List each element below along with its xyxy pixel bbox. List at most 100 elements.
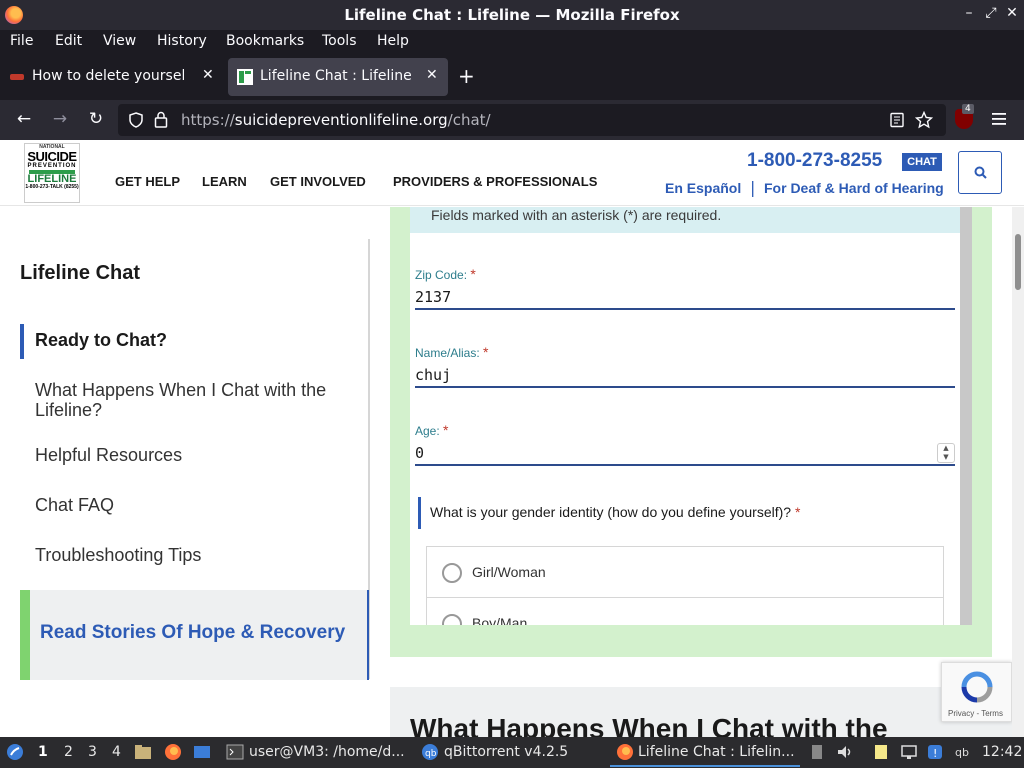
workspace-1[interactable]: 1 [38, 744, 48, 760]
logo-line-5: 1-800-273-TALK (8255) [25, 184, 79, 190]
tab-close-icon[interactable]: ✕ [202, 67, 214, 83]
sidebar-item-ready-to-chat[interactable]: Ready to Chat? [35, 330, 355, 350]
firefox-launcher-icon[interactable] [164, 743, 182, 761]
update-notifier-icon[interactable]: ! [926, 743, 944, 761]
age-stepper[interactable]: ▲ ▼ [937, 443, 955, 463]
reader-view-icon[interactable] [889, 112, 905, 128]
firefox-task-icon[interactable] [616, 743, 634, 761]
nav-get-involved[interactable]: GET INVOLVED [270, 174, 366, 189]
new-tab-button[interactable]: + [458, 64, 475, 88]
page-scrollbar[interactable] [1012, 207, 1024, 737]
gender-option-boy-man[interactable]: Boy/Man [426, 597, 944, 625]
tab-strip: How to delete yourself fr ✕ Lifeline Cha… [0, 54, 1024, 100]
sidebar-item-helpful-resources[interactable]: Helpful Resources [35, 445, 355, 465]
section-heading: What Happens When I Chat with the [410, 713, 888, 737]
bookmark-star-icon[interactable] [915, 111, 933, 129]
zip-label: Zip Code: * [415, 266, 476, 282]
menu-tools[interactable]: Tools [322, 33, 357, 49]
menu-bookmarks[interactable]: Bookmarks [226, 33, 304, 49]
chat-pill-button[interactable]: CHAT [902, 153, 942, 171]
workspace-4[interactable]: 4 [112, 744, 121, 760]
name-alias-input[interactable] [415, 362, 955, 388]
clock[interactable]: 12:42 [982, 744, 1022, 760]
espanol-link[interactable]: En Español [665, 180, 741, 196]
svg-text:qb: qb [425, 749, 437, 759]
site-search-button[interactable] [958, 151, 1002, 194]
header-separator: | [750, 178, 756, 197]
gender-option-girl-woman[interactable]: Girl/Woman [426, 546, 944, 598]
recaptcha-badge[interactable]: Privacy - Terms [941, 662, 1012, 722]
gender-question: What is your gender identity (how do you… [418, 497, 800, 529]
search-icon [974, 166, 987, 179]
menu-file[interactable]: File [10, 33, 33, 49]
url-text[interactable]: https://suicidepreventionlifeline.org/ch… [181, 111, 491, 129]
required-notice-text: Fields marked with an asterisk (*) are r… [431, 207, 722, 223]
chat-form: Fields marked with an asterisk (*) are r… [410, 207, 960, 625]
notes-icon[interactable] [872, 743, 890, 761]
forward-button[interactable]: → [49, 109, 71, 129]
form-scrollbar[interactable] [960, 207, 972, 625]
desktop-icon[interactable] [193, 743, 211, 761]
lifeline-logo[interactable]: NATIONAL SUICIDE PREVENTION LIFELINE 1-8… [24, 143, 80, 203]
start-menu-icon[interactable] [6, 743, 24, 761]
window-title: Lifeline Chat : Lifeline — Mozilla Firef… [344, 6, 680, 24]
back-button[interactable]: ← [13, 109, 35, 129]
radio-button[interactable] [442, 614, 462, 625]
page-content: Lifeline Chat Ready to Chat? What Happen… [0, 207, 1012, 737]
stories-of-hope-card[interactable]: Read Stories Of Hope & Recovery [20, 590, 369, 680]
hamburger-menu-icon[interactable] [991, 112, 1007, 126]
required-notice: Fields marked with an asterisk (*) are r… [410, 207, 960, 233]
clipboard-icon[interactable] [808, 743, 826, 761]
qbittorrent-icon[interactable]: qb [421, 743, 439, 761]
option-label: Girl/Woman [472, 564, 546, 580]
taskbar-terminal[interactable]: user@VM3: /home/d... [249, 744, 405, 760]
qbittorrent-tray-icon[interactable]: qb [954, 743, 972, 761]
menu-history[interactable]: History [157, 33, 207, 49]
restore-button[interactable]: ⤢ [982, 5, 1000, 21]
volume-icon[interactable] [836, 743, 854, 761]
recaptcha-text[interactable]: Privacy - Terms [948, 709, 1003, 718]
svg-text:qb: qb [955, 746, 969, 759]
tab-delete-yourself[interactable]: How to delete yourself fr ✕ [0, 58, 224, 96]
terminal-icon[interactable] [226, 743, 244, 761]
scrollbar-thumb[interactable] [1015, 234, 1021, 290]
sidebar-title: Lifeline Chat [20, 262, 141, 284]
red-site-icon [10, 74, 24, 80]
menu-edit[interactable]: Edit [55, 33, 82, 49]
nav-providers[interactable]: PROVIDERS & PROFESSIONALS [393, 174, 597, 189]
hotline-phone[interactable]: 1-800-273-8255 [747, 150, 882, 172]
lock-icon[interactable] [154, 111, 168, 128]
lifeline-icon [237, 69, 253, 85]
taskbar-firefox[interactable]: Lifeline Chat : Lifelin... [638, 744, 795, 760]
active-indicator [20, 324, 24, 359]
recaptcha-icon [961, 671, 993, 703]
close-window-button[interactable]: ✕ [1003, 5, 1021, 21]
taskbar-qbittorrent[interactable]: qBittorrent v4.2.5 [444, 744, 568, 760]
age-input[interactable] [415, 440, 955, 466]
zip-code-input[interactable] [415, 284, 955, 310]
menu-view[interactable]: View [103, 33, 136, 49]
sidebar-item-troubleshooting[interactable]: Troubleshooting Tips [35, 545, 355, 565]
nav-learn[interactable]: LEARN [202, 174, 247, 189]
deaf-hard-of-hearing-link[interactable]: For Deaf & Hard of Hearing [764, 180, 944, 196]
tab-lifeline-chat[interactable]: Lifeline Chat : Lifeline ✕ [228, 58, 448, 96]
site-header: NATIONAL SUICIDE PREVENTION LIFELINE 1-8… [0, 140, 1024, 206]
taskbar: 1 2 3 4 user@VM3: /home/d... qb qBittorr… [0, 737, 1024, 768]
file-manager-icon[interactable] [134, 743, 152, 761]
reload-button[interactable]: ↻ [85, 109, 107, 129]
workspace-2[interactable]: 2 [64, 744, 73, 760]
nav-get-help[interactable]: GET HELP [115, 174, 180, 189]
url-bar[interactable]: https://suicidepreventionlifeline.org/ch… [118, 104, 946, 136]
radio-button[interactable] [442, 563, 462, 583]
tab-label: How to delete yourself fr [32, 68, 184, 84]
sidebar-item-chat-faq[interactable]: Chat FAQ [35, 495, 355, 515]
shield-icon[interactable] [128, 112, 144, 128]
minimize-button[interactable]: – [960, 5, 978, 21]
network-icon[interactable] [900, 743, 918, 761]
workspace-3[interactable]: 3 [88, 744, 97, 760]
tab-close-icon[interactable]: ✕ [426, 67, 438, 83]
sidebar-item-what-happens[interactable]: What Happens When I Chat with the Lifeli… [35, 380, 365, 420]
svg-text:!: ! [933, 747, 937, 760]
stories-link[interactable]: Read Stories Of Hope & Recovery [40, 622, 345, 644]
menu-help[interactable]: Help [377, 33, 409, 49]
